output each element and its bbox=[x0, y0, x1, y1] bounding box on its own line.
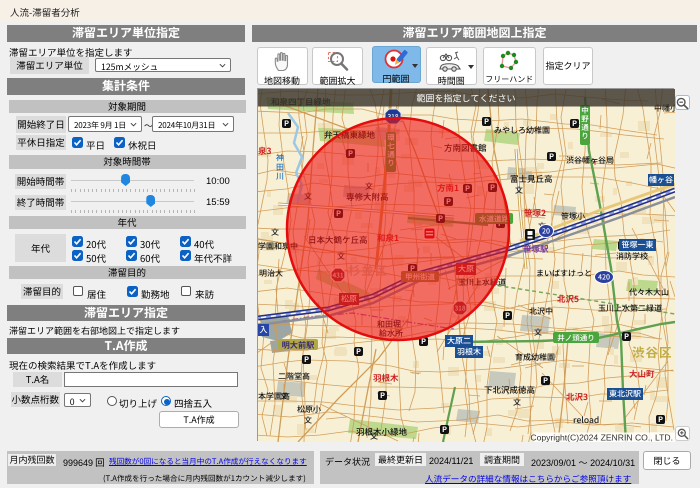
svg-text:井ノ頭通り: 井ノ頭通り bbox=[557, 333, 595, 344]
svg-text:大山町: 大山町 bbox=[629, 368, 655, 380]
svg-text:P: P bbox=[572, 118, 577, 129]
svg-text:P: P bbox=[484, 116, 489, 127]
svg-text:育成幼稚園: 育成幼稚園 bbox=[515, 352, 555, 363]
svg-text:P: P bbox=[505, 310, 510, 321]
svg-text:文: 文 bbox=[304, 415, 312, 426]
svg-text:P: P bbox=[549, 151, 554, 162]
svg-text:笹塚小: 笹塚小 bbox=[561, 211, 585, 222]
svg-text:まいばすけっと: まいばすけっと bbox=[536, 268, 592, 279]
svg-text:文: 文 bbox=[515, 185, 523, 196]
svg-text:消防学校: 消防学校 bbox=[616, 251, 648, 262]
svg-text:幡ヶ谷: 幡ヶ谷 bbox=[649, 175, 673, 186]
svg-text:松原小: 松原小 bbox=[297, 404, 321, 415]
svg-text:北沢3: 北沢3 bbox=[566, 391, 588, 403]
svg-text:P: P bbox=[380, 390, 385, 401]
svg-text:明治大: 明治大 bbox=[259, 268, 283, 279]
svg-text:渋谷区: 渋谷区 bbox=[632, 342, 673, 361]
svg-text:二階堂高: 二階堂高 bbox=[278, 371, 310, 382]
svg-text:P: P bbox=[658, 414, 663, 425]
svg-text:玉川上水第二緑道: 玉川上水第二緑道 bbox=[598, 303, 662, 314]
svg-text:P: P bbox=[304, 354, 309, 365]
svg-text:文: 文 bbox=[271, 227, 279, 238]
svg-text:P: P bbox=[356, 346, 361, 357]
svg-text:範囲を指定してください: 範囲を指定してください bbox=[416, 92, 515, 105]
svg-text:笹塚駅: 笹塚駅 bbox=[523, 243, 549, 255]
svg-text:P: P bbox=[442, 424, 447, 435]
svg-text:下北沢成徳高: 下北沢成徳高 bbox=[484, 384, 535, 396]
svg-text:泉3: 泉3 bbox=[258, 145, 272, 157]
svg-text:富士見丘高: 富士見丘高 bbox=[510, 173, 553, 185]
svg-text:北沢5: 北沢5 bbox=[557, 293, 579, 305]
svg-text:文: 文 bbox=[513, 397, 521, 408]
svg-text:笹塚一東: 笹塚一東 bbox=[622, 240, 654, 251]
svg-text:羽根木: 羽根木 bbox=[457, 347, 481, 358]
svg-text:420: 420 bbox=[598, 273, 610, 283]
svg-text:文: 文 bbox=[534, 327, 542, 338]
svg-text:Copyright(C)2024 ZENRIN CO., L: Copyright(C)2024 ZENRIN CO., LTD. bbox=[530, 433, 673, 443]
svg-text:本学園高: 本学園高 bbox=[258, 391, 290, 402]
svg-text:羽根木小緑地: 羽根木小緑地 bbox=[356, 426, 408, 438]
svg-text:北沢中: 北沢中 bbox=[529, 306, 553, 317]
svg-text:渋谷幡ヶ谷局: 渋谷幡ヶ谷局 bbox=[566, 155, 614, 166]
svg-text:明大前駅: 明大前駅 bbox=[282, 339, 316, 351]
svg-text:20: 20 bbox=[542, 227, 550, 237]
svg-text:P: P bbox=[284, 118, 289, 129]
svg-text:代々木大山: 代々木大山 bbox=[629, 287, 669, 298]
svg-text:reload: reload bbox=[573, 414, 599, 426]
svg-text:P: P bbox=[624, 331, 629, 342]
svg-text:入: 入 bbox=[260, 325, 268, 336]
svg-text:みやしろ幼稚園: みやしろ幼稚園 bbox=[494, 125, 550, 136]
svg-text:り: り bbox=[581, 131, 589, 142]
svg-text:羽根木: 羽根木 bbox=[373, 372, 399, 384]
svg-text:大原二: 大原二 bbox=[447, 336, 471, 347]
svg-text:P: P bbox=[543, 375, 548, 386]
svg-text:笹塚2: 笹塚2 bbox=[524, 207, 546, 219]
svg-text:東北沢駅: 東北沢駅 bbox=[609, 389, 641, 400]
svg-text:神田川: 神田川 bbox=[275, 153, 286, 180]
